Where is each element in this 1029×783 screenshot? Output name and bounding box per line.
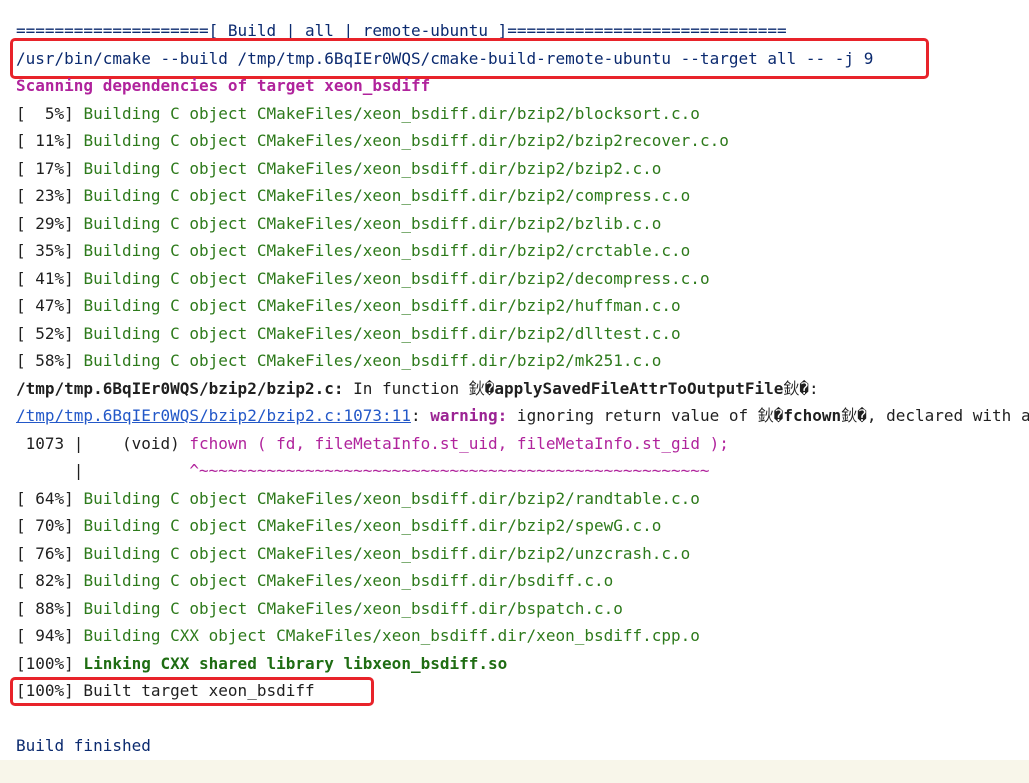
build-step-text: Building CXX object CMakeFiles/xeon_bsdi…: [83, 626, 700, 645]
progress-percent: [ 88%]: [16, 599, 74, 618]
function-note-line: /tmp/tmp.6BqIEr0WQS/bzip2/bzip2.c: In fu…: [16, 377, 819, 401]
build-step-text: Building C object CMakeFiles/xeon_bsdiff…: [83, 571, 614, 590]
progress-percent: [ 41%]: [16, 269, 74, 288]
build-step-text: Building C object CMakeFiles/xeon_bsdiff…: [83, 159, 662, 178]
compiler-warning-line: /tmp/tmp.6BqIEr0WQS/bzip2/bzip2.c:1073:1…: [16, 404, 1029, 428]
build-step-text: Building C object CMakeFiles/xeon_bsdiff…: [83, 351, 662, 370]
build-step-text: Building C object CMakeFiles/xeon_bsdiff…: [83, 324, 681, 343]
function-name: applySavedFileAttrToOutputFile: [494, 379, 784, 398]
build-progress-line: [ 5%] Building C object CMakeFiles/xeon_…: [16, 102, 700, 126]
build-progress-line: [ 70%] Building C object CMakeFiles/xeon…: [16, 514, 661, 538]
build-progress-line: [ 88%] Building C object CMakeFiles/xeon…: [16, 597, 623, 621]
build-step-text: Building C object CMakeFiles/xeon_bsdiff…: [83, 104, 700, 123]
console-bottom-strip: [0, 760, 1029, 783]
build-progress-line: [ 17%] Building C object CMakeFiles/xeon…: [16, 157, 661, 181]
build-progress-line: [ 52%] Building C object CMakeFiles/xeon…: [16, 322, 681, 346]
caret-gutter: |: [16, 461, 190, 480]
progress-percent: [ 5%]: [16, 104, 74, 123]
build-finished-line: Build finished: [16, 736, 151, 755]
progress-percent: [ 82%]: [16, 571, 74, 590]
progress-percent: [ 64%]: [16, 489, 74, 508]
build-progress-line: [ 41%] Building C object CMakeFiles/xeon…: [16, 267, 710, 291]
linking-text: Linking CXX shared library libxeon_bsdif…: [73, 654, 508, 673]
progress-percent: [ 47%]: [16, 296, 74, 315]
caret-marker-line: | ^~~~~~~~~~~~~~~~~~~~~~~~~~~~~~~~~~~~~~…: [16, 459, 710, 483]
linking-line: [100%] Linking CXX shared library libxeo…: [16, 652, 507, 676]
scanning-dependencies-line: Scanning dependencies of target xeon_bsd…: [16, 76, 431, 95]
function-note-end: 鈥�:: [783, 379, 819, 398]
progress-percent: [ 17%]: [16, 159, 74, 178]
build-progress-line: [ 94%] Building CXX object CMakeFiles/xe…: [16, 624, 700, 648]
progress-percent: [ 52%]: [16, 324, 74, 343]
build-step-text: Building C object CMakeFiles/xeon_bsdiff…: [83, 296, 681, 315]
build-header-line: ====================[ Build | all | remo…: [16, 21, 787, 40]
progress-percent: [ 29%]: [16, 214, 74, 233]
build-progress-line: [ 29%] Building C object CMakeFiles/xeon…: [16, 212, 661, 236]
build-progress-line: [ 58%] Building C object CMakeFiles/xeon…: [16, 349, 661, 373]
build-step-text: Building C object CMakeFiles/xeon_bsdiff…: [83, 489, 700, 508]
build-progress-line: [ 64%] Building C object CMakeFiles/xeon…: [16, 487, 700, 511]
build-step-text: Building C object CMakeFiles/xeon_bsdiff…: [83, 599, 623, 618]
warning-text: ignoring return value of 鈥�: [507, 406, 784, 425]
build-progress-line: [ 76%] Building C object CMakeFiles/xeon…: [16, 542, 690, 566]
warning-source-link[interactable]: /tmp/tmp.6BqIEr0WQS/bzip2/bzip2.c:1073:1…: [16, 406, 411, 425]
build-progress-line: [ 47%] Building C object CMakeFiles/xeon…: [16, 294, 681, 318]
progress-percent: [ 11%]: [16, 131, 74, 150]
build-step-text: Building C object CMakeFiles/xeon_bsdiff…: [83, 214, 662, 233]
warning-rest: 鈥�, declared with attribute warn_unused_…: [841, 406, 1029, 425]
function-note-text: In function 鈥�: [343, 379, 495, 398]
progress-percent: [100%]: [16, 654, 74, 673]
build-console-output[interactable]: ====================[ Build | all | remo…: [0, 0, 1029, 760]
build-step-text: Building C object CMakeFiles/xeon_bsdiff…: [83, 544, 691, 563]
build-step-text: Building C object CMakeFiles/xeon_bsdiff…: [83, 269, 710, 288]
build-step-text: Building C object CMakeFiles/xeon_bsdiff…: [83, 186, 691, 205]
built-target-line: [100%] Built target xeon_bsdiff: [16, 681, 315, 700]
code-prefix: (void): [121, 434, 190, 453]
progress-percent: [ 23%]: [16, 186, 74, 205]
progress-percent: [ 94%]: [16, 626, 74, 645]
source-file-path: /tmp/tmp.6BqIEr0WQS/bzip2/bzip2.c:: [16, 379, 344, 398]
code-highlighted: fchown ( fd, fileMetaInfo.st_uid, fileMe…: [189, 434, 729, 453]
build-progress-line: [ 11%] Building C object CMakeFiles/xeon…: [16, 129, 729, 153]
progress-percent: [ 76%]: [16, 544, 74, 563]
cmake-command-line: /usr/bin/cmake --build /tmp/tmp.6BqIEr0W…: [16, 49, 874, 68]
build-step-text: Building C object CMakeFiles/xeon_bsdiff…: [83, 131, 729, 150]
line-number-gutter: 1073 |: [16, 434, 122, 453]
progress-percent: [ 35%]: [16, 241, 74, 260]
build-progress-line: [ 35%] Building C object CMakeFiles/xeon…: [16, 239, 690, 263]
warning-colon: :: [410, 406, 421, 425]
build-progress-line: [ 23%] Building C object CMakeFiles/xeon…: [16, 184, 690, 208]
build-step-text: Building C object CMakeFiles/xeon_bsdiff…: [83, 241, 691, 260]
build-step-text: Building C object CMakeFiles/xeon_bsdiff…: [83, 516, 662, 535]
progress-percent: [ 70%]: [16, 516, 74, 535]
caret-marker: ^~~~~~~~~~~~~~~~~~~~~~~~~~~~~~~~~~~~~~~~…: [189, 461, 710, 480]
source-code-line: 1073 | (void) fchown ( fd, fileMetaInfo.…: [16, 432, 729, 456]
build-progress-line: [ 82%] Building C object CMakeFiles/xeon…: [16, 569, 613, 593]
progress-percent: [ 58%]: [16, 351, 74, 370]
warning-label: warning:: [420, 406, 508, 425]
warning-function-name: fchown: [783, 406, 842, 425]
